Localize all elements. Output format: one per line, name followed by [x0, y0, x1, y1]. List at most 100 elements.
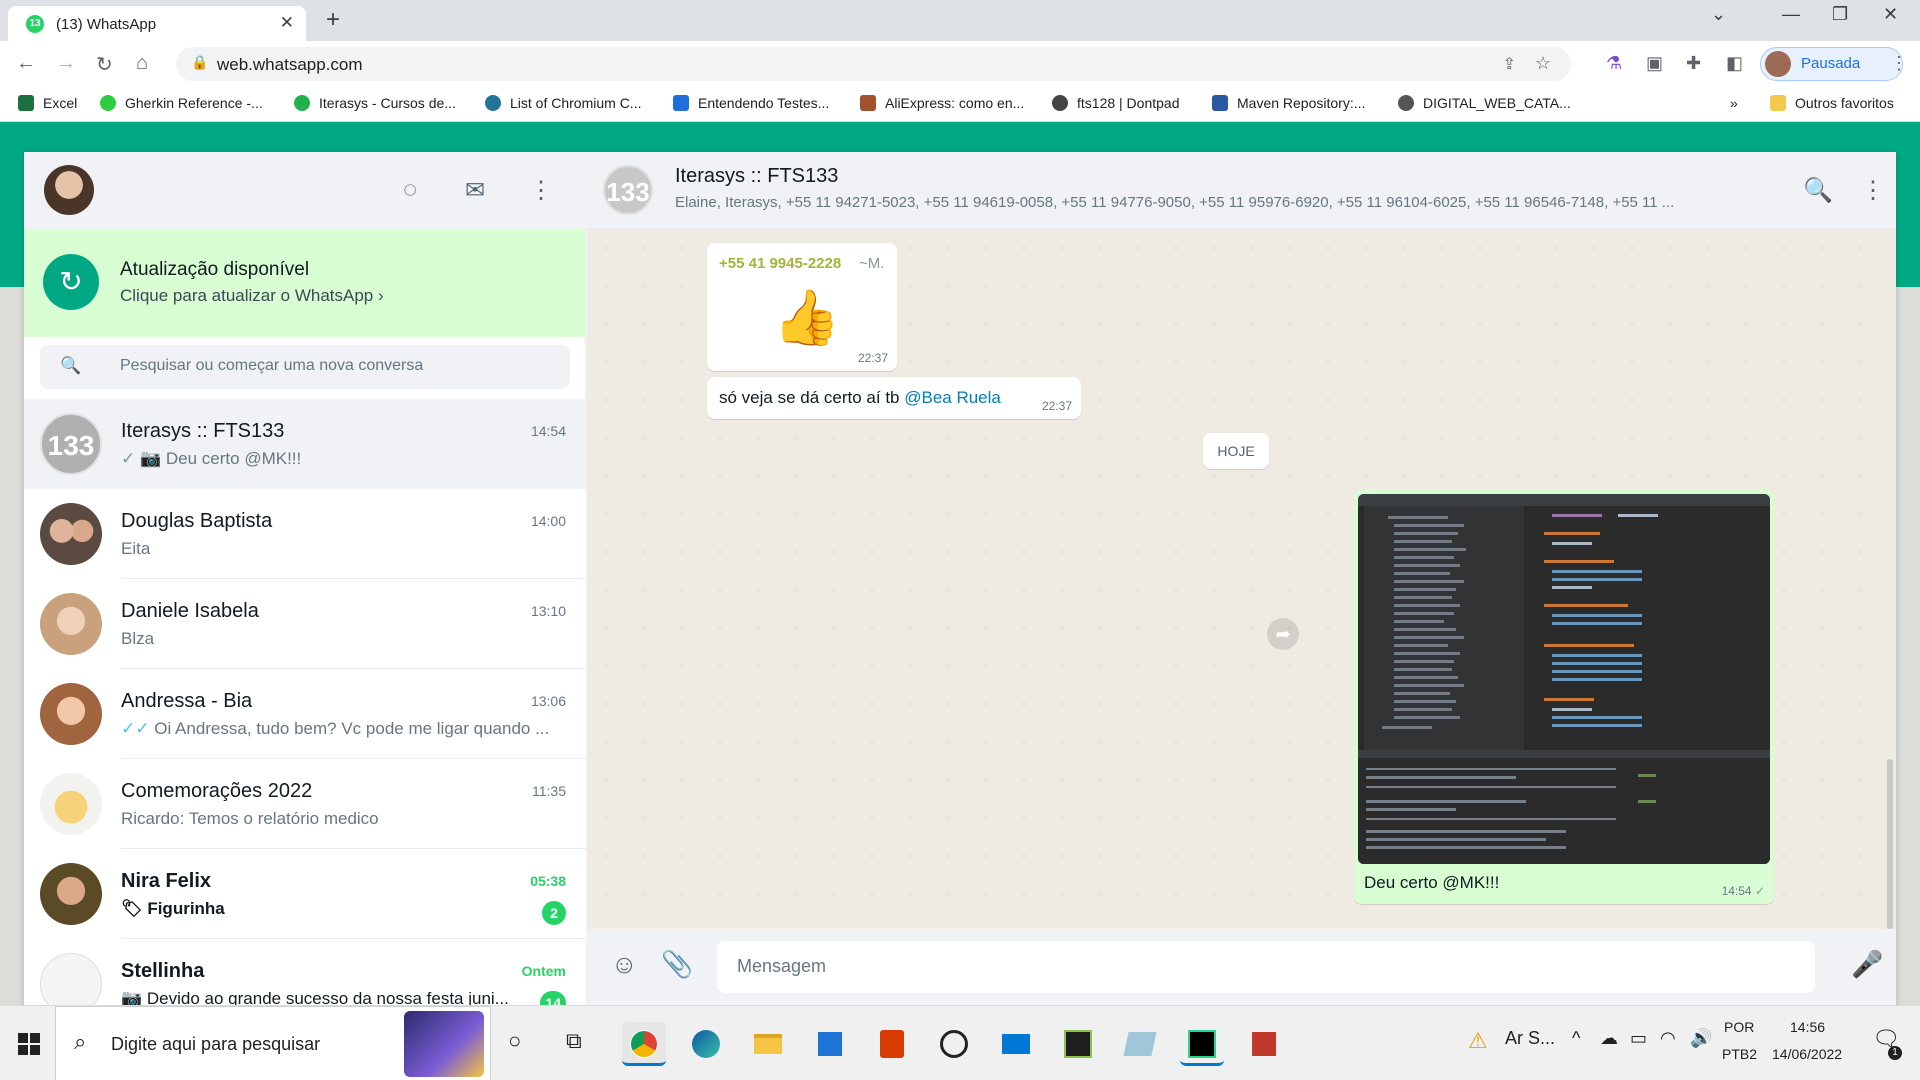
- address-bar[interactable]: 🔒 web.whatsapp.com ⇪ ☆: [176, 47, 1571, 81]
- bookmark-item[interactable]: Gherkin Reference -...: [100, 95, 263, 111]
- close-tab-icon[interactable]: ✕: [280, 13, 294, 33]
- chat-avatar: [40, 593, 102, 655]
- reload-icon[interactable]: ↻: [96, 52, 113, 77]
- update-subtitle: Clique para atualizar o WhatsApp ›: [120, 286, 384, 305]
- scrollbar[interactable]: [1887, 759, 1893, 929]
- new-chat-icon[interactable]: ✉: [465, 176, 485, 205]
- chrome-taskbar-icon[interactable]: [622, 1022, 666, 1066]
- screenshot-image[interactable]: [1358, 494, 1770, 864]
- bookmark-item[interactable]: List of Chromium C...: [485, 95, 641, 111]
- chat-row-iterasys-fts133[interactable]: 133 Iterasys :: FTS133 14:54 ✓ 📷 Deu cer…: [24, 399, 586, 489]
- minimize-icon[interactable]: —: [1782, 4, 1800, 25]
- chat-row-stellinha[interactable]: Stellinha Ontem 📷 Devido ao grande suces…: [24, 939, 586, 1005]
- folder-logo: [754, 1034, 782, 1054]
- task-view-icon[interactable]: ⧉: [566, 1028, 582, 1054]
- group-avatar[interactable]: 133: [603, 165, 653, 215]
- bookmark-item[interactable]: fts128 | Dontpad: [1052, 95, 1179, 111]
- app2-taskbar-icon[interactable]: [1242, 1022, 1286, 1066]
- message-bubble[interactable]: +55 41 9945-2228 ~M. 👍 22:37: [707, 243, 897, 371]
- search-box[interactable]: 🔍 Pesquisar ou começar uma nova conversa: [40, 345, 570, 389]
- close-window-icon[interactable]: ✕: [1883, 4, 1898, 25]
- my-avatar[interactable]: [44, 165, 94, 215]
- browser-tab[interactable]: 13 (13) WhatsApp ✕: [8, 6, 306, 41]
- search-messages-icon[interactable]: 🔍: [1803, 176, 1833, 205]
- menu-icon[interactable]: ⋮: [529, 176, 553, 205]
- store-taskbar-icon[interactable]: [808, 1022, 852, 1066]
- windows-start-icon[interactable]: [18, 1033, 40, 1055]
- profile-button[interactable]: Pausada: [1760, 47, 1903, 81]
- more-bookmarks-button[interactable]: »: [1730, 95, 1738, 111]
- bookmark-item[interactable]: Maven Repository:...: [1212, 95, 1365, 111]
- side-panel-icon[interactable]: ◧: [1726, 53, 1743, 74]
- update-banner[interactable]: ↻ Atualização disponível Clique para atu…: [24, 229, 586, 337]
- extensions-puzzle-icon[interactable]: ✚: [1686, 53, 1701, 74]
- message-bubble[interactable]: só veja se dá certo aí tb @Bea Ruela 22:…: [707, 377, 1081, 419]
- bookmark-item[interactable]: DIGITAL_WEB_CATA...: [1398, 95, 1571, 111]
- share-icon[interactable]: ⇪: [1503, 54, 1516, 74]
- home-icon[interactable]: ⌂: [136, 52, 148, 75]
- bookmark-label: Excel: [43, 95, 78, 111]
- chat-row-nira-felix[interactable]: Nira Felix 05:38 🏷 Figurinha 2: [24, 849, 586, 939]
- extension-selenium-icon[interactable]: ▣: [1646, 53, 1663, 74]
- microphone-icon[interactable]: 🎤: [1851, 949, 1883, 980]
- cortana-icon[interactable]: ○: [508, 1028, 521, 1054]
- bookmark-item[interactable]: AliExpress: como en...: [860, 95, 1024, 111]
- forward-icon[interactable]: →: [56, 52, 76, 75]
- chat-row-douglas-baptista[interactable]: Douglas Baptista 14:00 Eita: [24, 489, 586, 579]
- battery-icon[interactable]: ▭: [1630, 1028, 1647, 1049]
- pycharm-taskbar-icon[interactable]: [1180, 1022, 1224, 1066]
- keyboard-layout[interactable]: PTB2: [1722, 1046, 1757, 1062]
- new-tab-icon[interactable]: +: [326, 6, 340, 34]
- terminal-taskbar-icon[interactable]: [1056, 1022, 1100, 1066]
- bookmark-star-icon[interactable]: ☆: [1535, 53, 1551, 74]
- chat-row-comemoracoes-2022[interactable]: Comemorações 2022 11:35 Ricardo: Temos o…: [24, 759, 586, 849]
- emoji-icon[interactable]: ☺: [611, 949, 638, 980]
- volume-icon[interactable]: 🔊: [1690, 1028, 1712, 1049]
- chat-time: 13:06: [530, 693, 566, 709]
- chat-avatar: [40, 773, 102, 835]
- language-code[interactable]: POR: [1724, 1019, 1754, 1035]
- chat-preview: Ricardo: Temos o relatório medico: [121, 809, 379, 828]
- tab-title: (13) WhatsApp: [56, 16, 157, 33]
- app-taskbar-icon[interactable]: [1118, 1022, 1162, 1066]
- menu-icon[interactable]: ⋮: [1861, 176, 1885, 205]
- forward-icon[interactable]: ➦: [1267, 618, 1299, 650]
- status-icon[interactable]: ◌: [403, 176, 417, 204]
- file-explorer-taskbar-icon[interactable]: [746, 1022, 790, 1066]
- weather-text[interactable]: Ar S...: [1505, 1028, 1555, 1049]
- tab-search-icon[interactable]: ⌄: [1711, 4, 1726, 25]
- chevron-up-icon[interactable]: ^: [1572, 1028, 1580, 1049]
- composer: ☺ 📎 Mensagem 🎤: [587, 929, 1896, 1005]
- mention-link[interactable]: @Bea Ruela: [904, 388, 1001, 407]
- restore-icon[interactable]: ❐: [1832, 4, 1848, 25]
- bookmark-item[interactable]: Entendendo Testes...: [673, 95, 829, 111]
- taskbar-search[interactable]: ⌕ Digite aqui para pesquisar: [55, 1006, 491, 1080]
- office-taskbar-icon[interactable]: [870, 1022, 914, 1066]
- browser-menu-icon[interactable]: ⋮: [1890, 53, 1908, 74]
- wordpress-icon: [485, 95, 501, 111]
- bookmark-label: Iterasys - Cursos de...: [319, 95, 456, 111]
- other-favorites[interactable]: Outros favoritos: [1770, 95, 1894, 111]
- message-input[interactable]: Mensagem: [717, 941, 1815, 993]
- bookmark-label: Maven Repository:...: [1237, 95, 1366, 111]
- chat-row-andressa-bia[interactable]: Andressa - Bia 13:06 ✓✓ Oi Andressa, tud…: [24, 669, 586, 759]
- edge-taskbar-icon[interactable]: [684, 1022, 728, 1066]
- extension-lab-icon[interactable]: ⚗: [1606, 53, 1622, 74]
- warning-icon[interactable]: ⚠: [1468, 1028, 1488, 1054]
- mail-taskbar-icon[interactable]: [994, 1022, 1038, 1066]
- wifi-icon[interactable]: ◠: [1660, 1028, 1676, 1049]
- conversation-header[interactable]: 133 Iterasys :: FTS133 Elaine, Iterasys,…: [587, 152, 1896, 229]
- taskbar-search-input[interactable]: Digite aqui para pesquisar: [111, 1034, 320, 1055]
- outgoing-image-message[interactable]: Deu certo @MK!!! 14:54 ✓: [1354, 490, 1774, 904]
- attach-icon[interactable]: 📎: [661, 949, 693, 980]
- bookmark-item[interactable]: Excel: [18, 95, 77, 111]
- clock-time[interactable]: 14:56: [1790, 1019, 1825, 1035]
- clock-date[interactable]: 14/06/2022: [1772, 1046, 1842, 1062]
- bookmark-item[interactable]: Iterasys - Cursos de...: [294, 95, 456, 111]
- cloud-icon[interactable]: ☁: [1600, 1028, 1618, 1049]
- message-time: 14:54 ✓: [1721, 884, 1765, 898]
- search-input[interactable]: Pesquisar ou começar uma nova conversa: [120, 357, 423, 375]
- chat-row-daniele-isabela[interactable]: Daniele Isabela 13:10 Blza: [24, 579, 586, 669]
- back-icon[interactable]: ←: [16, 52, 36, 75]
- dell-taskbar-icon[interactable]: [932, 1022, 976, 1066]
